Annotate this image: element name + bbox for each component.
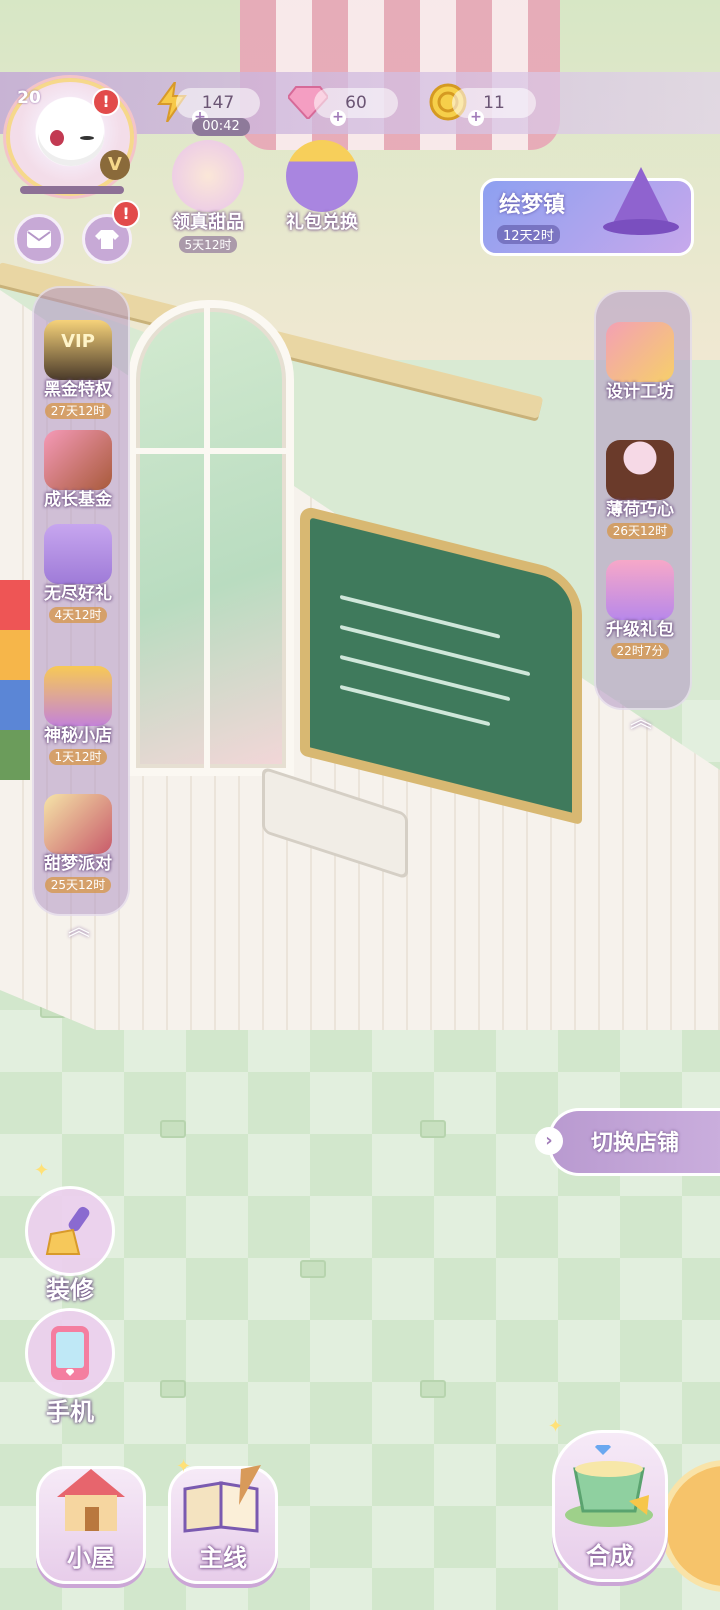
left-panel-collapse-icon[interactable]: ︽ bbox=[62, 914, 96, 944]
house-icon bbox=[57, 1469, 125, 1531]
switch-shop-label: 切换店铺 bbox=[591, 1131, 680, 1156]
coins-value: 11 bbox=[483, 93, 505, 113]
right-panel-collapse-icon[interactable]: ︽ bbox=[624, 706, 658, 736]
book-quill-icon bbox=[183, 1465, 261, 1533]
mystery-shop-label: 神秘小店 bbox=[44, 726, 112, 746]
dream-town-banner[interactable]: 绘梦镇 12天2时 bbox=[480, 167, 694, 256]
sweet-party-label: 甜梦派对 bbox=[44, 854, 112, 874]
teacup-icon bbox=[565, 1445, 653, 1527]
nav-mainline-label: 主线 bbox=[199, 1544, 247, 1572]
add-coins-icon[interactable]: + bbox=[468, 110, 484, 126]
rainbow-shelf[interactable] bbox=[0, 580, 30, 780]
floor-tile-mark bbox=[420, 1120, 446, 1138]
mystery-shop-button[interactable]: 神秘小店 1天12时 bbox=[30, 666, 126, 765]
vip-badge-text: VIP bbox=[61, 331, 95, 352]
mail-button[interactable] bbox=[14, 214, 64, 264]
upgrade-gift-time: 22时7分 bbox=[610, 643, 670, 659]
nav-cottage-label: 小屋 bbox=[67, 1544, 115, 1572]
sweet-party-time: 25天12时 bbox=[44, 877, 112, 893]
growth-fund-label: 成长基金 bbox=[44, 490, 112, 510]
dessert-event-label: 领真甜品 bbox=[172, 212, 244, 233]
nav-merge-card: 合成 bbox=[552, 1430, 668, 1582]
outfit-alert-badge: ! bbox=[112, 200, 140, 228]
vip-privilege-button[interactable]: VIP 黑金特权 27天12时 bbox=[30, 320, 126, 419]
sparkle-icon: ✦ bbox=[34, 1160, 50, 1181]
energy-value: 147 bbox=[201, 93, 235, 113]
town-title: 绘梦镇 bbox=[499, 193, 566, 218]
nav-merge-label: 合成 bbox=[586, 1542, 634, 1570]
mystery-box-icon bbox=[44, 666, 112, 726]
gift-box-icon bbox=[286, 140, 358, 212]
gift-cake-icon bbox=[44, 430, 112, 490]
sweet-party-button[interactable]: 甜梦派对 25天12时 bbox=[30, 794, 126, 893]
envelope-icon bbox=[27, 230, 51, 248]
avatar-alert-badge: ! bbox=[92, 88, 120, 116]
chevron-right-icon: › bbox=[535, 1127, 563, 1155]
gems-counter[interactable]: + 60 bbox=[314, 88, 398, 126]
cat-face bbox=[38, 108, 104, 166]
wizard-hat-icon bbox=[603, 167, 679, 235]
cat-gift-icon bbox=[44, 524, 112, 584]
floor-tile-mark bbox=[160, 1120, 186, 1138]
vip-card-icon: VIP bbox=[44, 320, 112, 380]
upgrade-gift-button[interactable]: 升级礼包 22时7分 bbox=[592, 560, 688, 659]
party-cards-icon bbox=[44, 794, 112, 854]
chocolate-cake-icon bbox=[606, 440, 674, 500]
dessert-event-button[interactable]: 领真甜品 5天12时 bbox=[160, 140, 256, 253]
cat-eye bbox=[50, 130, 64, 146]
dessert-icon bbox=[172, 140, 244, 212]
nav-merge[interactable]: 合成 bbox=[552, 1430, 668, 1582]
vip-privilege-label: 黑金特权 bbox=[44, 380, 112, 400]
floor-tile-mark bbox=[160, 1380, 186, 1398]
chalk-line bbox=[340, 624, 530, 677]
shirt-icon bbox=[95, 230, 119, 249]
gift-redeem-button[interactable]: 礼包兑换 bbox=[274, 140, 370, 234]
player-level: 20 bbox=[17, 88, 41, 108]
phone-label: 手机 bbox=[46, 1398, 94, 1426]
phone-icon bbox=[25, 1308, 115, 1398]
upgrade-gift-icon bbox=[606, 560, 674, 620]
brush-icon bbox=[25, 1186, 115, 1276]
sparkle-icon: ✦ bbox=[176, 1456, 192, 1477]
growth-fund-button[interactable]: 成长基金 bbox=[30, 430, 126, 510]
mystery-shop-time: 1天12时 bbox=[48, 749, 108, 765]
nav-mainline[interactable]: 主线 bbox=[168, 1465, 278, 1584]
chalk-line bbox=[340, 684, 490, 727]
town-time: 12天2时 bbox=[497, 225, 560, 244]
cat-wink bbox=[80, 136, 94, 140]
gift-redeem-label: 礼包兑换 bbox=[286, 212, 358, 233]
floor-tile-mark bbox=[420, 1380, 446, 1398]
energy-counter[interactable]: + 147 bbox=[176, 88, 260, 126]
coins-counter[interactable]: + 11 bbox=[452, 88, 536, 126]
ruler-pencil-icon bbox=[606, 322, 674, 382]
upgrade-gift-label: 升级礼包 bbox=[606, 620, 674, 640]
experience-bar bbox=[20, 186, 124, 194]
nav-mainline-card: 主线 bbox=[168, 1465, 278, 1584]
decorate-button[interactable]: 装修 bbox=[20, 1186, 120, 1305]
add-gems-icon[interactable]: + bbox=[330, 110, 346, 126]
endless-gift-time: 4天12时 bbox=[48, 607, 108, 623]
floor-tile-mark bbox=[300, 1260, 326, 1278]
mint-chocolate-label: 薄荷巧心 bbox=[606, 500, 674, 520]
endless-gift-button[interactable]: 无尽好礼 4天12时 bbox=[30, 524, 126, 623]
arched-window[interactable] bbox=[128, 300, 294, 776]
design-workshop-button[interactable]: 设计工坊 bbox=[592, 322, 688, 402]
endless-gift-label: 无尽好礼 bbox=[44, 584, 112, 604]
phone-button[interactable]: 手机 bbox=[20, 1308, 120, 1427]
nav-cottage[interactable]: 小屋 bbox=[36, 1466, 146, 1584]
decorate-label: 装修 bbox=[46, 1276, 94, 1304]
mint-chocolate-time: 26天12时 bbox=[606, 523, 674, 539]
design-workshop-label: 设计工坊 bbox=[606, 382, 674, 402]
vip-v-badge-icon: V bbox=[100, 150, 130, 180]
sparkle-icon: ✦ bbox=[548, 1416, 564, 1437]
nav-cottage-card: 小屋 bbox=[36, 1466, 146, 1584]
mint-chocolate-button[interactable]: 薄荷巧心 26天12时 bbox=[592, 440, 688, 539]
gems-value: 60 bbox=[345, 93, 367, 113]
energy-timer: 00:42 bbox=[192, 118, 250, 136]
dessert-event-time: 5天12时 bbox=[178, 236, 238, 253]
switch-shop-button[interactable]: › 切换店铺 bbox=[535, 1108, 720, 1176]
vip-privilege-time: 27天12时 bbox=[44, 403, 112, 419]
